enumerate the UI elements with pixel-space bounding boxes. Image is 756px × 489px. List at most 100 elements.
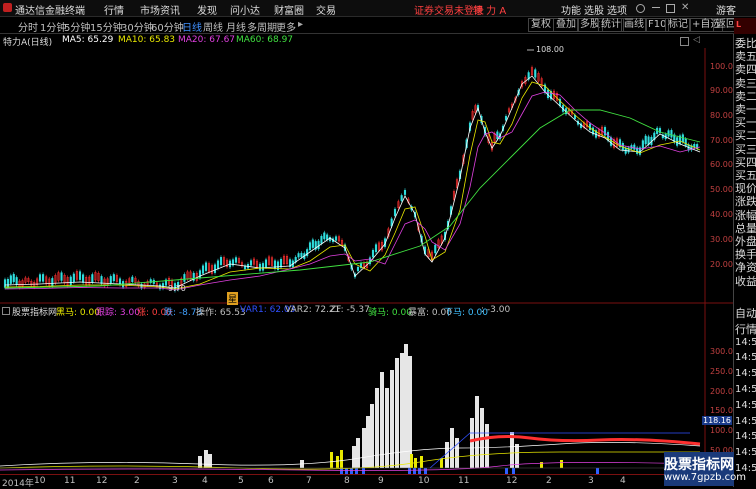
indicator-bar <box>380 372 384 468</box>
indicator-bar <box>385 388 389 468</box>
candle-body <box>684 138 687 146</box>
indicator-settings-icon[interactable] <box>2 307 10 315</box>
tick-time-label: 14:56 <box>735 336 756 348</box>
stock-tab[interactable]: 特 力 A <box>473 2 506 17</box>
ma-value: MA60: 68.97 <box>236 35 294 45</box>
candle-body <box>434 244 437 254</box>
tick-time-label: 14:56 <box>735 352 756 364</box>
candle-body <box>183 274 186 282</box>
tick-time-label: 14:56 <box>735 447 756 459</box>
panel-collapse-icon[interactable]: ◁ <box>693 35 700 45</box>
indicator-bar <box>475 396 479 468</box>
period-tab[interactable]: 15分钟 <box>90 19 123 34</box>
period-tab[interactable]: 分时 <box>18 19 38 34</box>
menu-stock-select[interactable]: 选股 <box>584 2 604 17</box>
candle-body <box>38 274 42 282</box>
indicator-value: 黑马: 0.00 <box>56 308 100 318</box>
guest-label[interactable]: 游客 <box>716 2 736 17</box>
ma20-line <box>4 91 701 291</box>
candle-body <box>216 260 220 269</box>
menu-options[interactable]: 选项 <box>607 2 627 17</box>
period-tab[interactable]: 60分钟 <box>151 19 184 34</box>
period-tab-active[interactable]: 日线 <box>182 19 202 34</box>
candle-body <box>51 278 54 287</box>
indicator-bar <box>208 454 212 468</box>
candle-body <box>42 274 45 282</box>
quote-side-panel: L 委比 卖五 卖四 卖三 卖二 卖一 买一 买二 买三 买四 买五 现价 涨跌 涨幅 总量 外盘 换手 净资 收益… <box>733 18 756 487</box>
stock-label: 特力A(日线) <box>3 38 53 48</box>
menu-item[interactable]: 市场 <box>140 2 160 17</box>
period-tab[interactable]: 月线 <box>226 19 246 34</box>
menu-function[interactable]: 功能 <box>561 2 581 17</box>
indicator-bar <box>370 404 374 468</box>
indicator-bar <box>400 353 404 468</box>
indicator-title[interactable]: 股票指标网 <box>12 305 57 318</box>
candle-body <box>234 257 238 263</box>
tick-time-label: 自动 <box>735 307 756 320</box>
candle-body <box>308 242 312 251</box>
indicator-value: 骑马: 0.00 <box>368 308 412 318</box>
x-tick-label: 6 <box>268 476 274 486</box>
candle-body <box>131 276 134 282</box>
tool-adjust-button[interactable]: 复权 <box>528 18 554 32</box>
tick-time-label: 14:56 <box>735 384 756 395</box>
x-tick-label: 5 <box>238 476 244 486</box>
ma-value: MA20: 67.67 <box>178 35 236 45</box>
x-tick-label: 8 <box>344 476 350 486</box>
candle-body <box>633 144 636 150</box>
x-tick-label: 4 <box>202 476 208 486</box>
candle-body <box>204 262 208 271</box>
period-tab[interactable]: 1分钟 <box>40 19 66 34</box>
menu-item[interactable]: 行情 <box>104 2 124 17</box>
candle-body <box>641 140 644 149</box>
menu-item[interactable]: 财富圈 <box>274 2 304 17</box>
panel-settings-icon[interactable] <box>680 37 689 46</box>
user-icon[interactable] <box>636 4 645 13</box>
period-tab[interactable]: 30分钟 <box>121 19 154 34</box>
indicator-bar-yellow <box>330 452 333 468</box>
candle-body <box>670 130 673 138</box>
tick-time-label: 行情 <box>735 322 756 336</box>
candle-body <box>273 260 277 269</box>
title-bar: 通达信金融终端 行情 市场 资讯 发现 问小达 财富圈 交易 证券交易未登录 特… <box>0 0 756 17</box>
x-tick-label: 12 <box>96 476 108 486</box>
indicator-value: 操作: 65.53 <box>196 308 246 318</box>
period-tab[interactable]: 5分钟 <box>64 19 90 34</box>
indicator-legend: 股票指标网 黑马: 0.00 跟踪: 3.00 涨: 0.00 跌: -8.73… <box>0 304 720 318</box>
order-book-label: 收益 <box>735 274 756 288</box>
candle-body <box>279 258 283 268</box>
close-icon[interactable]: ✕ <box>681 2 689 13</box>
maximize-icon[interactable] <box>666 4 675 13</box>
candle-body <box>219 257 223 265</box>
candle-body <box>82 274 85 283</box>
menu-item[interactable]: 资讯 <box>160 2 180 17</box>
period-tab[interactable]: 周线 <box>203 19 223 34</box>
ma-value: MA5: 65.29 <box>62 35 114 45</box>
indicator-bar <box>470 418 474 468</box>
indicator-bar <box>198 456 202 468</box>
x-tick-label: 3 <box>588 476 594 486</box>
tool-mark-button[interactable]: 标记 <box>665 18 691 32</box>
candle-body <box>249 260 253 266</box>
menu-item[interactable]: 发现 <box>197 2 217 17</box>
app-logo-icon <box>3 3 12 12</box>
stock-chart[interactable] <box>0 48 733 474</box>
menu-item[interactable]: 问小达 <box>230 2 260 17</box>
candle-body <box>72 273 75 283</box>
tick-time-label: 14:56 <box>735 399 756 411</box>
indicator-bar-yellow <box>560 460 563 468</box>
tool-overlay-button[interactable]: 叠加 <box>553 18 579 32</box>
candle-body <box>326 234 329 241</box>
candle-body <box>201 265 205 274</box>
period-tab[interactable]: 多周期 <box>247 19 277 34</box>
candle-body <box>264 259 268 268</box>
minimize-icon[interactable] <box>652 7 660 8</box>
indicator-bar <box>375 388 379 468</box>
candle-body <box>297 253 300 258</box>
more-arrow-icon[interactable]: ▸ <box>298 19 303 30</box>
tick-time-label: 14:56 <box>735 431 756 443</box>
candle-body <box>9 275 12 284</box>
menu-item[interactable]: 交易 <box>316 2 336 17</box>
tool-draw-button[interactable]: 画线 <box>621 18 647 32</box>
period-tab[interactable]: 更多 <box>276 19 296 34</box>
